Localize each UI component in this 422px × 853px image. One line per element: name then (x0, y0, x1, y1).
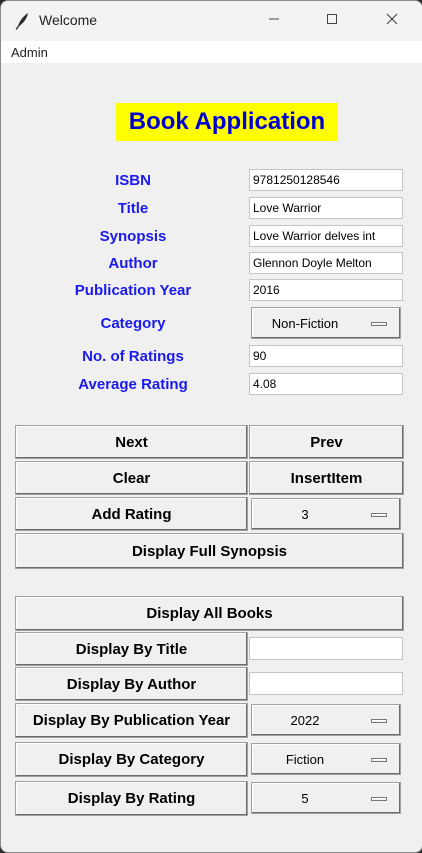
maximize-button[interactable] (309, 1, 355, 41)
add-rating-value: 3 (301, 506, 309, 522)
maximize-icon (326, 12, 338, 30)
display-rating-dropdown[interactable]: 5 (251, 782, 401, 814)
minimize-icon (268, 12, 280, 30)
display-rating-value: 5 (301, 790, 309, 806)
dropdown-indicator-icon (371, 719, 387, 723)
isbn-label: ISBN (115, 172, 151, 189)
category-label: Category (100, 315, 166, 332)
close-button[interactable] (369, 1, 415, 41)
publication-year-dropdown[interactable]: 2022 (251, 704, 401, 736)
close-icon (386, 12, 398, 30)
dropdown-indicator-icon (371, 758, 387, 762)
author-label: Author (108, 255, 158, 272)
synopsis-label: Synopsis (99, 228, 167, 245)
number-of-ratings-field[interactable]: 90 (249, 345, 403, 367)
feather-icon (14, 12, 30, 30)
app-window: Welcome Admin Book Application ISBN Titl… (0, 0, 422, 853)
number-of-ratings-label: No. of Ratings (82, 348, 184, 365)
title-field[interactable]: Love Warrior (249, 197, 403, 219)
category-dropdown[interactable]: Non-Fiction (251, 307, 401, 339)
display-full-synopsis-button[interactable]: Display Full Synopsis (15, 533, 404, 569)
display-by-category-button[interactable]: Display By Category (15, 742, 248, 777)
average-rating-label: Average Rating (78, 376, 188, 393)
display-category-value: Fiction (285, 751, 325, 767)
display-by-title-input[interactable] (249, 637, 403, 660)
add-rating-button[interactable]: Add Rating (15, 497, 248, 531)
isbn-field[interactable]: 9781250128546 (249, 169, 403, 191)
title-label: Title (117, 200, 149, 217)
publication-year-value: 2022 (290, 712, 320, 728)
display-all-books-button[interactable]: Display All Books (15, 596, 404, 631)
display-by-publication-year-button[interactable]: Display By Publication Year (15, 703, 248, 738)
next-button[interactable]: Next (15, 425, 248, 459)
window-title: Welcome (39, 12, 98, 28)
dropdown-indicator-icon (371, 322, 387, 326)
author-field[interactable]: Glennon Doyle Melton (249, 252, 403, 274)
menu-admin[interactable]: Admin (11, 45, 48, 60)
insert-item-button[interactable]: InsertItem (249, 461, 404, 495)
title-bar[interactable]: Welcome (1, 1, 422, 41)
category-value: Non-Fiction (271, 315, 339, 331)
add-rating-dropdown[interactable]: 3 (251, 498, 401, 530)
display-category-dropdown[interactable]: Fiction (251, 743, 401, 775)
average-rating-field[interactable]: 4.08 (249, 373, 403, 395)
page-title: Book Application (116, 103, 338, 141)
display-by-rating-button[interactable]: Display By Rating (15, 781, 248, 816)
prev-button[interactable]: Prev (249, 425, 404, 459)
menu-bar: Admin (1, 41, 422, 63)
dropdown-indicator-icon (371, 513, 387, 517)
publication-year-field[interactable]: 2016 (249, 279, 403, 301)
synopsis-field[interactable]: Love Warrior delves int (249, 225, 403, 247)
display-by-author-input[interactable] (249, 672, 403, 695)
publication-year-label: Publication Year (74, 282, 192, 299)
clear-button[interactable]: Clear (15, 461, 248, 495)
minimize-button[interactable] (251, 1, 297, 41)
display-by-author-button[interactable]: Display By Author (15, 667, 248, 701)
dropdown-indicator-icon (371, 797, 387, 801)
display-by-title-button[interactable]: Display By Title (15, 632, 248, 666)
